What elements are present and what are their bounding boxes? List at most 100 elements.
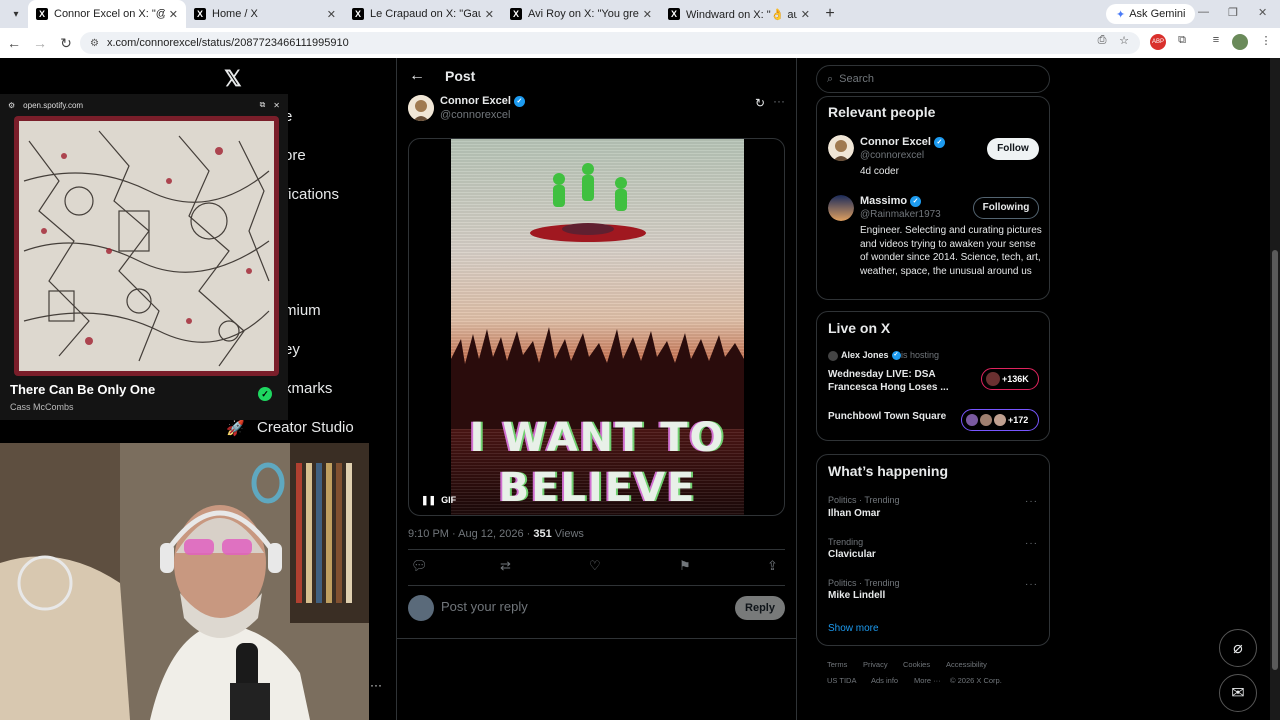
forward-arrow-icon[interactable]: → <box>28 35 52 51</box>
divider <box>408 585 785 586</box>
space-listeners-pill[interactable]: +172 <box>961 409 1039 431</box>
close-tab-icon[interactable]: ✕ <box>801 8 810 21</box>
back-arrow-icon[interactable]: ← <box>409 67 425 85</box>
track-title[interactable]: There Can Be Only One <box>10 382 155 397</box>
space-listeners-pill[interactable]: +136K <box>981 368 1039 390</box>
trend-more-icon[interactable]: ··· <box>1025 579 1038 590</box>
bookmark-star-icon[interactable]: ☆ <box>1116 34 1132 50</box>
grok-icon[interactable]: ↻ <box>755 96 765 110</box>
trend-more-icon[interactable]: ··· <box>1025 538 1038 549</box>
tab-search-icon[interactable]: ▾ <box>4 4 28 24</box>
person-avatar[interactable] <box>828 135 854 161</box>
close-pip-icon[interactable]: ✕ <box>273 101 280 110</box>
browser-tab[interactable]: X Connor Excel on X: "@Rainmak ✕ <box>28 0 186 28</box>
person-avatar[interactable] <box>828 195 854 221</box>
author-handle[interactable]: @connorexcel <box>440 109 510 121</box>
more-options-icon[interactable]: ··· <box>370 678 382 692</box>
footer-link[interactable]: Privacy <box>863 660 888 669</box>
person-handle[interactable]: @connorexcel <box>860 150 924 161</box>
gif-badge[interactable]: ❚❚ GIF <box>421 495 456 506</box>
back-arrow-icon[interactable]: ← <box>2 35 26 51</box>
profile-avatar[interactable] <box>1232 34 1248 50</box>
maximize-icon[interactable]: ❐ <box>1228 6 1238 19</box>
install-app-icon[interactable]: ⎙ <box>1094 34 1110 50</box>
close-tab-icon[interactable]: ✕ <box>169 8 178 21</box>
card-title: Live on X <box>828 320 891 336</box>
space-title[interactable]: Wednesday LIVE: DSA Francesca Hong Loses… <box>828 368 958 394</box>
messages-button[interactable]: ✉ <box>1219 674 1257 712</box>
close-tab-icon[interactable]: ✕ <box>485 8 494 21</box>
space-title[interactable]: Punchbowl Town Square <box>828 411 946 422</box>
follow-button[interactable]: Follow <box>987 138 1039 160</box>
footer-link[interactable]: Terms <box>827 660 847 669</box>
trend-name[interactable]: Clavicular <box>828 549 876 560</box>
new-tab-button[interactable]: + <box>818 5 842 23</box>
trend-name[interactable]: Mike Lindell <box>828 590 885 601</box>
browser-tab[interactable]: X Le Crapaud on X: "Gauchiste vo ✕ <box>344 0 502 28</box>
close-tab-icon[interactable]: ✕ <box>327 8 336 21</box>
person-handle[interactable]: @Rainmaker1973 <box>860 209 941 220</box>
host-avatar <box>828 351 838 361</box>
share-icon[interactable]: ⇪ <box>767 558 778 574</box>
trend-name[interactable]: Ilhan Omar <box>828 508 880 519</box>
person-name[interactable]: Connor Excel ✓ <box>860 136 945 148</box>
footer-link[interactable]: Accessibility <box>946 660 987 669</box>
more-options-icon[interactable]: ··· <box>773 94 785 108</box>
tab-title: Avi Roy on X: "You grew two se <box>528 8 639 20</box>
author-avatar[interactable] <box>408 95 434 121</box>
ufo-illustration <box>530 163 646 242</box>
saved-check-icon[interactable]: ✓ <box>258 387 272 401</box>
trend-more-icon[interactable]: ··· <box>1025 496 1038 507</box>
url-field[interactable]: ⚙ x.com/connorexcel/status/2087723466111… <box>80 32 1140 54</box>
nav-item-bookmarks[interactable]: kmarks <box>284 380 332 397</box>
scrollbar-thumb[interactable] <box>1272 250 1278 670</box>
post-timestamp[interactable]: 9:10 PM · Aug 12, 2026 · <box>408 528 533 540</box>
post-media[interactable]: I WANT TO BELIEVE ❚❚ GIF <box>408 138 785 516</box>
current-user-avatar[interactable] <box>408 595 434 621</box>
ask-gemini-button[interactable]: ✦ Ask Gemini <box>1106 4 1196 24</box>
like-icon[interactable]: ♡ <box>589 558 601 574</box>
verified-badge-icon: ✓ <box>910 195 922 207</box>
show-more-link[interactable]: Show more <box>828 623 879 634</box>
following-button[interactable]: Following <box>973 197 1039 219</box>
footer-link[interactable]: Ads info <box>871 676 898 685</box>
extensions-puzzle-icon[interactable]: ⧉ <box>1174 34 1190 50</box>
reply-icon[interactable]: 💬︎ <box>411 558 428 574</box>
close-window-icon[interactable]: ✕ <box>1258 6 1267 19</box>
browser-menu-icon[interactable]: ⋮ <box>1258 34 1274 50</box>
reply-input[interactable]: Post your reply <box>441 599 528 614</box>
footer-link[interactable]: Cookies <box>903 660 930 669</box>
nav-item-creator-studio[interactable]: Creator Studio <box>257 419 354 436</box>
bookmark-icon[interactable]: ⚑ <box>679 558 691 574</box>
site-settings-icon[interactable]: ⚙ <box>8 101 15 110</box>
media-controls-icon[interactable]: ≡ <box>1208 34 1224 50</box>
x-logo-icon[interactable]: 𝕏 <box>224 66 242 92</box>
author-name[interactable]: Connor Excel ✓ <box>440 95 525 107</box>
person-name[interactable]: Massimo ✓ <box>860 195 922 207</box>
tab-title: Home / X <box>212 8 258 20</box>
gif-player[interactable]: I WANT TO BELIEVE <box>451 139 744 515</box>
reload-icon[interactable]: ↻ <box>54 35 78 52</box>
reply-button[interactable]: Reply <box>735 596 785 620</box>
track-artist[interactable]: Cass McCombs <box>10 402 74 412</box>
adblock-extension-icon[interactable]: ABP <box>1150 34 1166 50</box>
footer-more-link[interactable]: More ··· <box>914 676 941 685</box>
grok-button[interactable]: ⌀ <box>1219 629 1257 667</box>
views-label: Views <box>551 528 584 540</box>
close-tab-icon[interactable]: ✕ <box>643 8 652 21</box>
search-input[interactable]: ⌕ Search <box>816 65 1050 93</box>
back-to-tab-icon[interactable]: ⧉ <box>260 100 266 110</box>
nav-item-notifications[interactable]: fications <box>284 186 339 203</box>
minimize-icon[interactable]: — <box>1198 6 1209 18</box>
browser-tab[interactable]: X Home / X ✕ <box>186 0 344 28</box>
site-info-icon[interactable]: ⚙ <box>90 38 99 49</box>
spotify-mini-player: ⚙ open.spotify.com ⧉ ✕ There Can Be Only… <box>0 94 288 420</box>
footer-link[interactable]: US TIDA <box>827 676 856 685</box>
host-name[interactable]: Alex Jones ✓ <box>841 350 901 361</box>
repost-icon[interactable]: ⇄ <box>500 558 511 574</box>
nav-item-premium[interactable]: mium <box>284 302 321 319</box>
listener-avatar <box>994 414 1006 426</box>
browser-tab[interactable]: X Windward on X: "👌 au Two of ✕ <box>660 0 818 28</box>
crowd-silhouette <box>451 327 744 429</box>
browser-tab[interactable]: X Avi Roy on X: "You grew two se ✕ <box>502 0 660 28</box>
